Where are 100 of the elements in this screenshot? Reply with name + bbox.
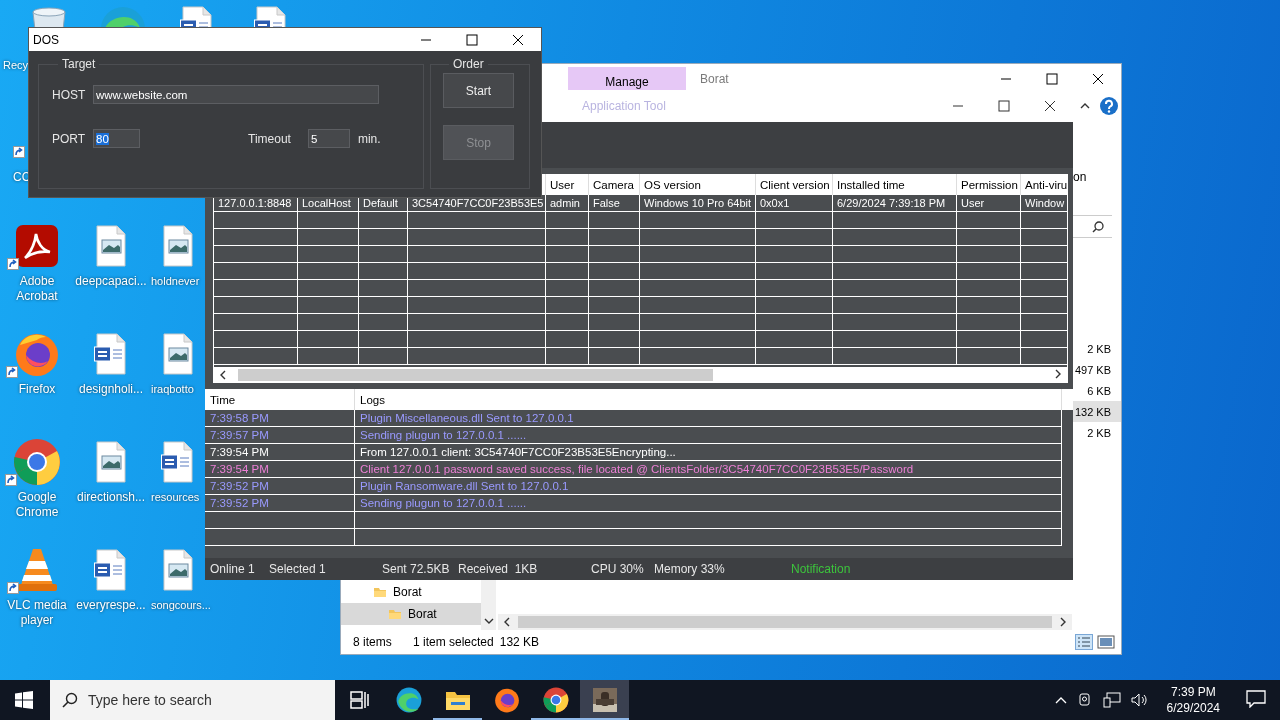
image-file-icon <box>94 441 128 483</box>
field-label: Timeout <box>248 131 291 146</box>
table-cell <box>298 331 359 348</box>
table-cell <box>359 263 408 280</box>
notification-icon[interactable] <box>1246 689 1266 708</box>
windows-logo-icon[interactable] <box>15 691 33 709</box>
log-message: Plugin Miscellaneous.dll Sent to 127.0.0.1 <box>355 410 1062 427</box>
log-time: 7:39:57 PM <box>205 427 355 444</box>
table-cell <box>546 280 589 297</box>
file-size[interactable]: 2 KB <box>1072 338 1121 359</box>
chevron-left-icon[interactable] <box>502 617 512 627</box>
table-cell <box>359 331 408 348</box>
file-size[interactable]: 6 KB <box>1072 380 1121 401</box>
camera-icon[interactable] <box>1076 692 1093 708</box>
table-cell <box>359 229 408 246</box>
column-header[interactable]: Anti-viru <box>1021 174 1067 195</box>
port-field[interactable]: 80 <box>93 129 140 148</box>
table-cell <box>957 314 1021 331</box>
file-size[interactable]: 497 KB <box>1072 359 1121 380</box>
status-text: Selected 1 <box>269 562 327 576</box>
nav-item[interactable]: Borat <box>341 603 481 625</box>
status-text: Online 1 <box>210 562 256 576</box>
table-cell <box>957 297 1021 314</box>
icon-label: CC <box>13 170 31 185</box>
chevron-up-icon[interactable] <box>1080 101 1090 111</box>
network-icon[interactable] <box>1102 692 1121 708</box>
table-cell <box>546 314 589 331</box>
image-file-icon <box>161 333 195 375</box>
folder-icon <box>444 689 471 711</box>
file-size[interactable]: 132 KB <box>1072 401 1121 422</box>
help-icon[interactable] <box>1099 96 1119 116</box>
icon-label: Recy <box>3 58 29 73</box>
nav-item[interactable]: Borat <box>341 581 481 603</box>
table-cell: Windows 10 Pro 64bit <box>640 195 756 212</box>
column-header[interactable]: User <box>546 174 589 195</box>
chevron-right-icon[interactable] <box>1053 369 1063 379</box>
timeout-field[interactable]: 5 <box>307 129 350 148</box>
table-cell: Window <box>1021 195 1067 212</box>
chevron-up-icon[interactable] <box>1054 696 1067 704</box>
table-cell <box>589 331 640 348</box>
clock-date[interactable]: 6/29/2024 <box>1166 700 1220 716</box>
column-header[interactable]: Time <box>205 389 355 410</box>
nav-label: Borat <box>393 585 422 599</box>
column-header[interactable]: Installed time <box>833 174 957 195</box>
taskbar-app[interactable] <box>580 680 629 720</box>
table-cell: False <box>589 195 640 212</box>
search-icon <box>62 692 78 708</box>
column-header[interactable]: Camera <box>589 174 640 195</box>
notification-text: Notification <box>791 562 852 576</box>
edge-icon <box>395 687 422 713</box>
column-header[interactable]: Client version <box>756 174 833 195</box>
log-time: 7:39:54 PM <box>205 444 355 461</box>
table-cell <box>359 348 408 365</box>
chevron-left-icon[interactable] <box>218 370 228 380</box>
status-text: 132 KB <box>499 635 540 649</box>
search-field[interactable]: Type here to search <box>50 680 335 720</box>
window-title: Borat <box>700 71 730 86</box>
table-cell <box>957 331 1021 348</box>
status-text: 8 items <box>353 635 393 649</box>
scrollbar[interactable] <box>481 578 496 630</box>
table-cell <box>546 348 589 365</box>
table-cell: User <box>957 195 1021 212</box>
table-cell <box>589 246 640 263</box>
chevron-right-icon[interactable] <box>1058 617 1068 627</box>
clock-time[interactable]: 7:39 PM <box>1170 684 1216 700</box>
scrollbar[interactable] <box>498 614 1072 630</box>
table-cell <box>546 263 589 280</box>
manage-tab[interactable]: Manage <box>568 67 686 93</box>
table-cell <box>298 229 359 246</box>
table-cell <box>298 263 359 280</box>
field-label: HOST <box>52 87 87 102</box>
ribbon-text: on <box>1073 170 1088 184</box>
host-field[interactable]: www.website.com <box>93 85 379 104</box>
volume-icon[interactable] <box>1130 692 1149 708</box>
table-cell <box>957 280 1021 297</box>
table-cell <box>957 348 1021 365</box>
log-message: Client 127.0.0.1 password saved success, file located @ ClientsFolder/3C54740F7CC0F23B53E5/Password <box>355 461 1062 478</box>
start-button[interactable]: Start <box>443 73 514 108</box>
scrollbar[interactable] <box>214 367 1067 383</box>
search-icon <box>1092 220 1104 233</box>
large-icons-view-icon[interactable] <box>1097 634 1115 650</box>
image-file-icon <box>161 549 195 591</box>
table-cell <box>957 212 1021 229</box>
group-label: Order <box>452 57 485 71</box>
column-header[interactable]: Permission <box>957 174 1021 195</box>
column-header[interactable]: OS version <box>640 174 756 195</box>
table-cell <box>957 229 1021 246</box>
column-header[interactable]: Logs <box>355 389 1062 410</box>
chevron-down-icon[interactable] <box>483 616 494 626</box>
image-file-icon <box>161 225 195 267</box>
group-label: Target <box>61 57 97 71</box>
log-message: Sending plugun to 127.0.0.1 ...... <box>355 427 1062 444</box>
field-label: PORT <box>52 131 87 146</box>
log-time: 7:39:54 PM <box>205 461 355 478</box>
firefox-icon <box>14 331 60 377</box>
table-cell <box>546 331 589 348</box>
image-file-icon <box>94 225 128 267</box>
log-message: Plugin Ransomware.dll Sent to 127.0.0.1 <box>355 478 1062 495</box>
file-size[interactable]: 2 KB <box>1072 422 1121 443</box>
status-text: CPU 30% <box>591 562 645 576</box>
